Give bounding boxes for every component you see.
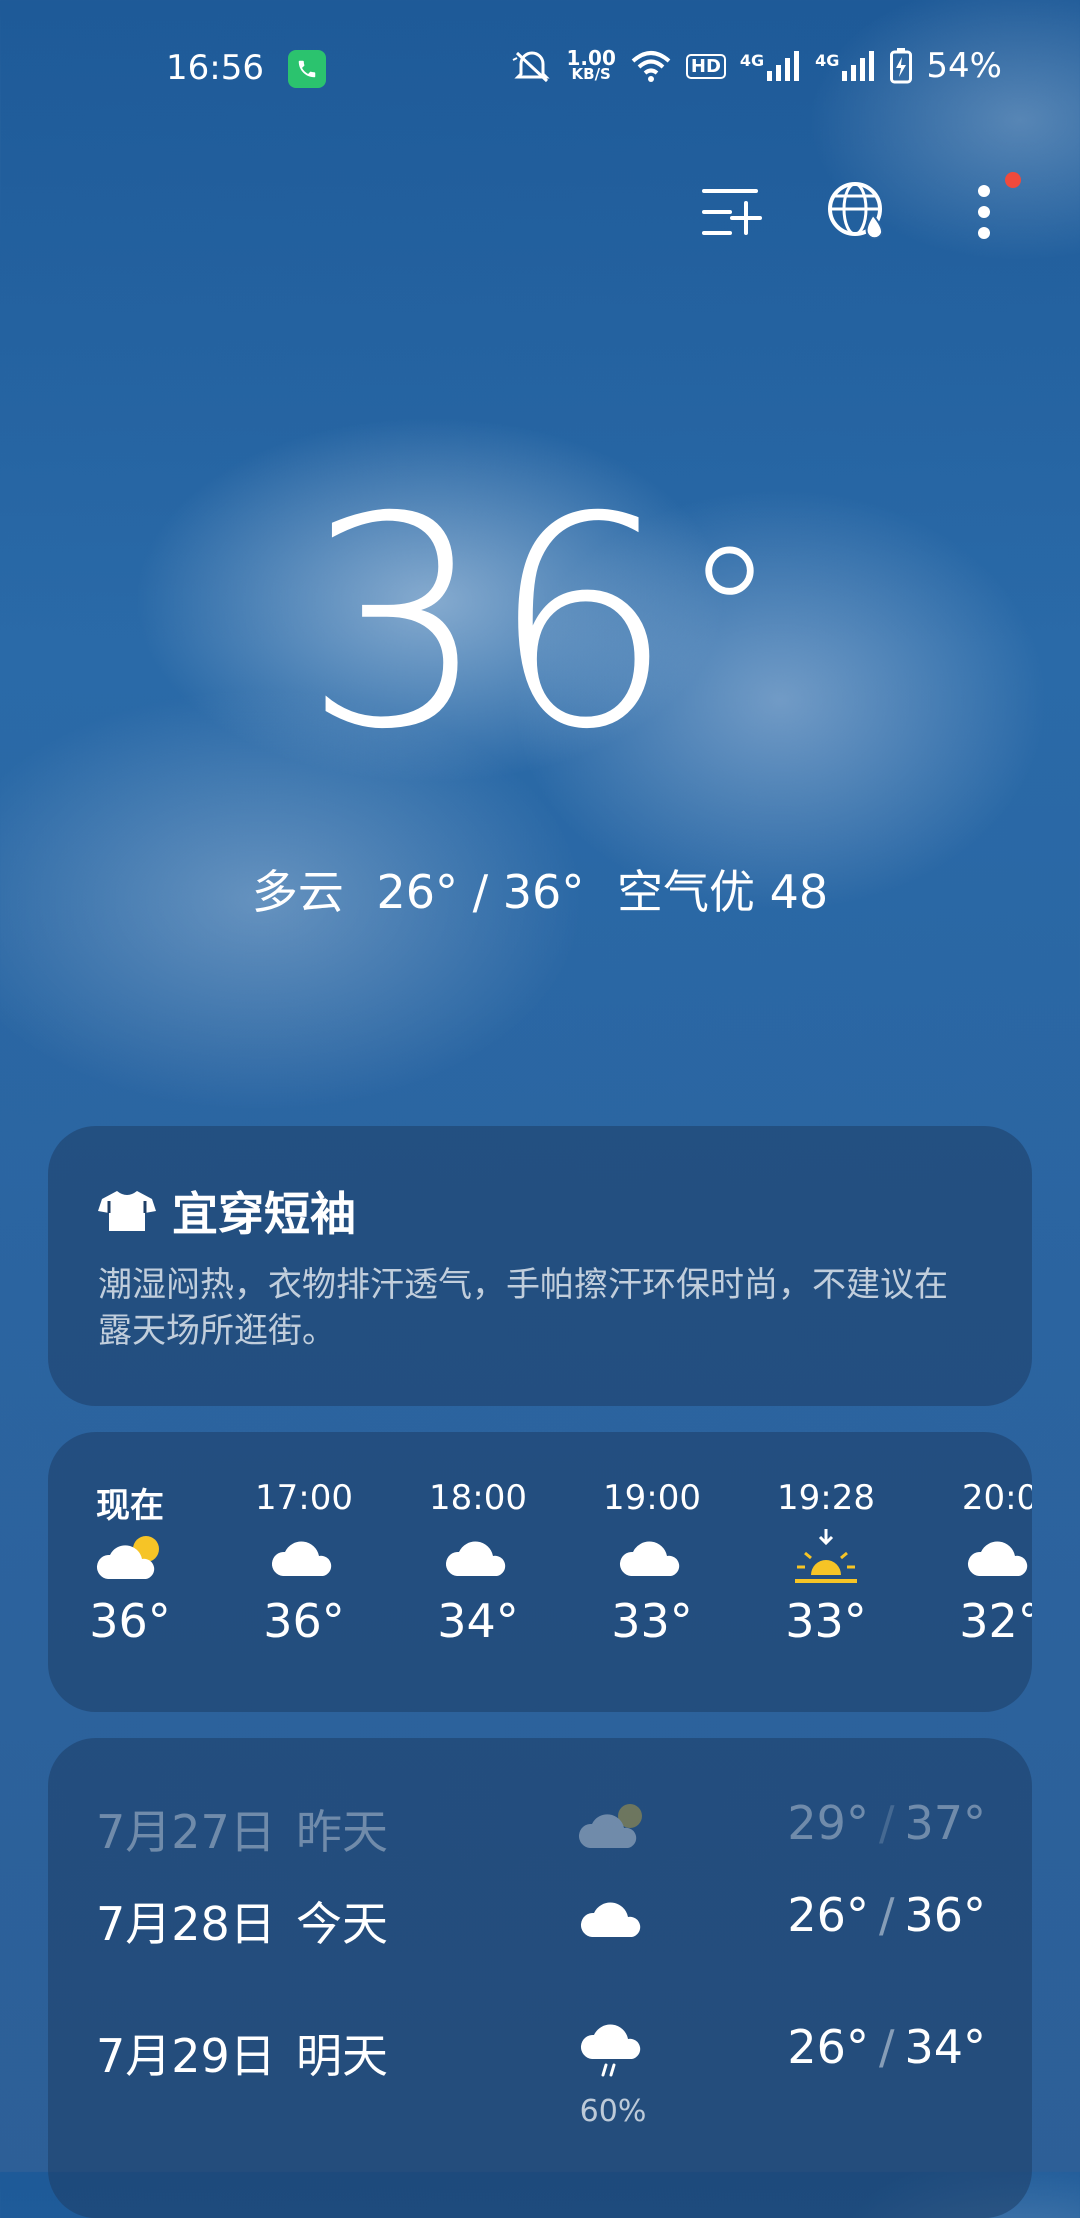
current-condition: 多云 — [251, 865, 344, 919]
partly-cloudy-icon — [96, 1536, 159, 1579]
degree-symbol: ° — [684, 510, 777, 719]
hour-temp: 32° — [959, 1594, 1032, 1648]
day-low: 26° — [787, 2020, 869, 2074]
partly-cloudy-icon — [578, 1804, 642, 1848]
day-high: 34° — [904, 2020, 986, 2074]
notification-dot — [1005, 172, 1021, 188]
day-temp-range: 26°/36° — [787, 1888, 986, 1942]
battery-percent: 54% — [926, 46, 1002, 86]
hour-temp: 36° — [263, 1594, 345, 1648]
precip-chance: 60% — [579, 2094, 647, 2129]
day-name: 昨天 — [296, 1805, 388, 1859]
advice-title: 宜穿短袖 — [172, 1187, 356, 1241]
daily-row[interactable]: 7月27日 昨天 29°/37° — [96, 1782, 986, 1872]
daily-row[interactable]: 7月28日 今天 26°/36° — [96, 1874, 986, 1964]
hour-temp: 36° — [89, 1594, 171, 1648]
daily-row[interactable]: 7月29日 明天 60% 26°/34° — [96, 2006, 986, 2129]
signal-icon: 4G — [740, 51, 801, 81]
hourly-item[interactable]: 18:00 34° — [418, 1478, 538, 1648]
air-quality[interactable]: 空气优 48 — [617, 865, 828, 919]
current-range: 26° / 36° — [376, 865, 585, 919]
signal-label: 4G — [815, 51, 840, 70]
cloudy-icon — [619, 1541, 680, 1576]
hourly-item[interactable]: 17:00 36° — [244, 1478, 364, 1648]
day-name: 今天 — [296, 1897, 388, 1951]
hourly-forecast-card[interactable]: 现在 36° 17:00 36° 18:00 34° 19:00 33° 19:… — [48, 1432, 1032, 1712]
tshirt-icon — [98, 1191, 156, 1231]
hour-temp: 33° — [611, 1594, 693, 1648]
daily-forecast-card[interactable]: 7月27日 昨天 29°/37° 7月28日 今天 26°/36° 7月29日 … — [48, 1738, 1032, 2218]
day-date: 7月28日 — [96, 1897, 276, 1951]
hour-label: 18:00 — [429, 1478, 527, 1518]
status-time: 16:56 — [166, 48, 264, 88]
day-high: 37° — [904, 1796, 986, 1850]
cloudy-icon — [967, 1541, 1028, 1576]
rain-icon — [580, 2024, 641, 2077]
net-speed-unit: KB/S — [571, 65, 611, 83]
battery-charging-icon — [890, 48, 913, 84]
hour-label: 19:00 — [603, 1478, 701, 1518]
temp-separator: / — [878, 1796, 895, 1850]
current-temp-value: 36 — [303, 456, 677, 793]
day-temp-range: 26°/34° — [787, 2020, 986, 2074]
temp-separator: / — [878, 1888, 895, 1942]
current-summary: 多云 26° / 36° 空气优 48 — [0, 856, 1080, 922]
signal-icon: 4G — [815, 51, 876, 81]
hd-badge: HD — [685, 53, 726, 79]
advice-text: 潮湿闷热，衣物排汗透气，手帕擦汗环保时尚，不建议在露天场所逛街。 — [98, 1265, 948, 1351]
hour-label: 现在 — [96, 1486, 164, 1526]
status-bar: 16:56 1.00 KB/S HD 4G 4G 54% — [0, 44, 1080, 96]
day-high: 36° — [904, 1888, 986, 1942]
mute-icon — [512, 51, 550, 83]
current-temperature: 36° — [0, 480, 1080, 770]
day-temp-range: 29°/37° — [787, 1796, 986, 1850]
day-date: 7月27日 — [96, 1805, 276, 1859]
day-low: 26° — [787, 1888, 869, 1942]
hour-label: 17:00 — [255, 1478, 353, 1518]
clothing-advice-card[interactable]: 宜穿短袖 潮湿闷热，衣物排汗透气，手帕擦汗环保时尚，不建议在露天场所逛街。 — [48, 1126, 1032, 1406]
cloudy-icon — [271, 1541, 332, 1576]
net-speed-value: 1.00 — [566, 46, 616, 70]
advice-title-row: 宜穿短袖 — [98, 1178, 356, 1244]
hour-label: 19:28 — [777, 1478, 875, 1518]
hourly-item[interactable]: 现在 36° — [70, 1478, 190, 1648]
hourly-item[interactable]: 19:28 33° — [766, 1478, 886, 1648]
sunset-icon — [795, 1529, 857, 1583]
wifi-icon — [631, 51, 671, 82]
hour-temp: 33° — [785, 1594, 867, 1648]
day-low: 29° — [787, 1796, 869, 1850]
globe-weather-icon[interactable] — [822, 176, 894, 248]
day-name: 明天 — [296, 2029, 388, 2083]
add-city-icon[interactable] — [696, 176, 768, 248]
net-speed: 1.00 KB/S — [566, 46, 616, 83]
hourly-item[interactable]: 20:0 32° — [940, 1478, 1032, 1648]
cloudy-icon — [580, 1902, 641, 1937]
cloudy-icon — [445, 1541, 506, 1576]
call-icon[interactable] — [288, 50, 326, 88]
hourly-item[interactable]: 19:00 33° — [592, 1478, 712, 1648]
day-date: 7月29日 — [96, 2029, 276, 2083]
hour-label: 20:0 — [961, 1478, 1032, 1518]
signal-label: 4G — [739, 51, 765, 70]
temp-separator: / — [878, 2020, 895, 2074]
hour-temp: 34° — [437, 1594, 519, 1648]
status-icons: 1.00 KB/S HD 4G 4G 54% — [511, 46, 1002, 86]
